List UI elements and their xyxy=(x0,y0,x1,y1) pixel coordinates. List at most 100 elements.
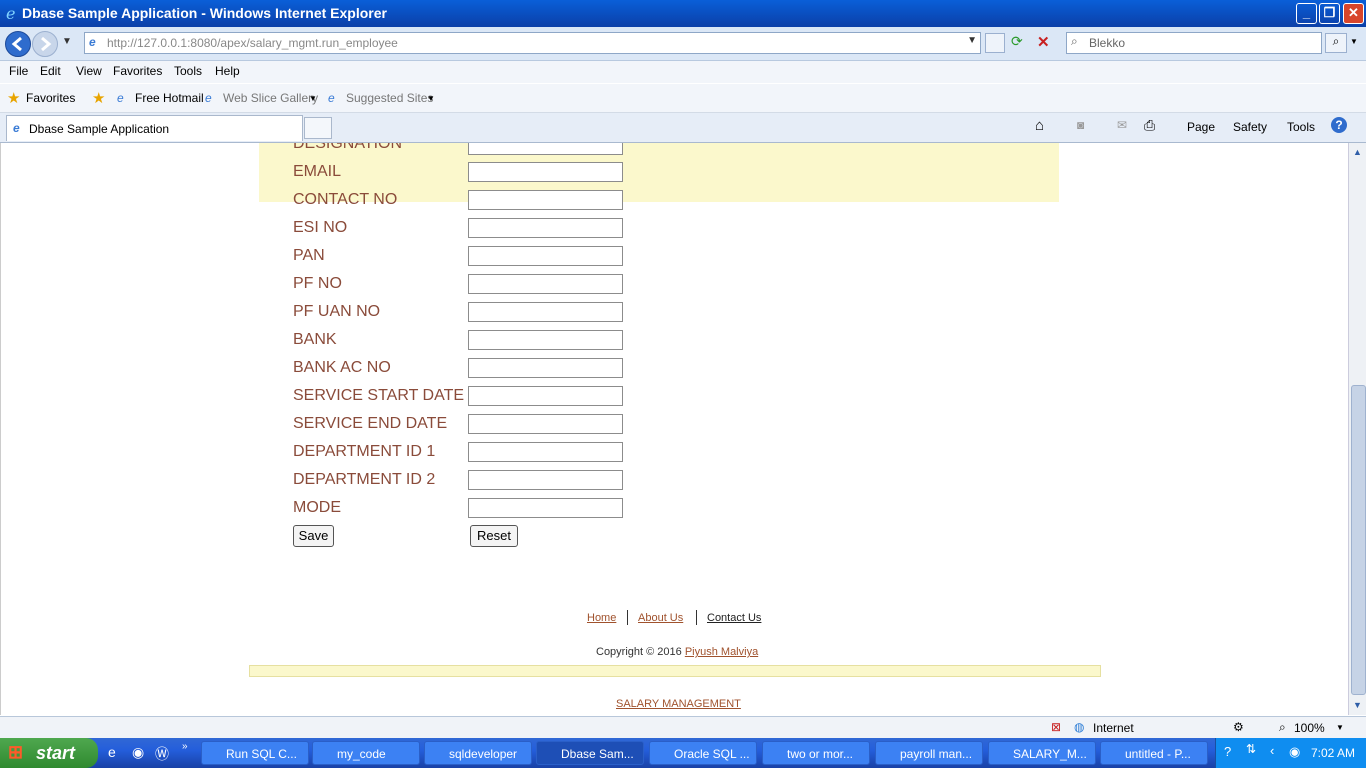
close-button[interactable]: ✕ xyxy=(1343,3,1364,24)
status-bar: ⊠ ◍ Internet ⚙ ⌕ 100% ▼ xyxy=(0,716,1366,739)
navigation-toolbar: ▼ e http://127.0.0.1:8080/apex/salary_mg… xyxy=(0,27,1366,61)
tab-dbase-sample[interactable]: e Dbase Sample Application xyxy=(6,115,303,141)
task-dbase-sample[interactable]: Dbase Sam... xyxy=(536,741,644,765)
page-menu[interactable]: Page xyxy=(1187,120,1215,134)
home-icon[interactable]: ⌂ xyxy=(1035,117,1044,134)
label-designation: DESIGNATION xyxy=(293,143,403,152)
tools-menu[interactable]: Tools xyxy=(1287,120,1315,134)
history-dropdown-icon[interactable]: ▼ xyxy=(62,36,72,47)
menu-file[interactable]: File xyxy=(9,64,28,78)
compatibility-view-icon[interactable] xyxy=(985,33,1005,53)
scroll-down-icon[interactable]: ▼ xyxy=(1353,700,1362,710)
quicklaunch-more-icon[interactable]: » xyxy=(182,741,188,752)
task-two-or-more[interactable]: two or mor... xyxy=(762,741,870,765)
task-my-code[interactable]: my_code xyxy=(312,741,420,765)
new-tab-button[interactable] xyxy=(304,117,332,139)
favorites-button[interactable]: Favorites xyxy=(26,91,75,105)
back-button[interactable] xyxy=(5,31,31,57)
quicklaunch-ie-icon[interactable]: e xyxy=(108,744,116,760)
bank-field[interactable] xyxy=(468,330,623,350)
favorite-link-hotmail[interactable]: Free Hotmail xyxy=(135,91,204,105)
task-run-sql[interactable]: Run SQL C... xyxy=(201,741,309,765)
vertical-scrollbar[interactable]: ▲ ▼ xyxy=(1348,143,1366,715)
service-end-date-field[interactable] xyxy=(468,414,623,434)
search-options-icon[interactable]: ▼ xyxy=(1350,37,1358,46)
pan-field[interactable] xyxy=(468,246,623,266)
add-to-favorites-icon[interactable]: ★ xyxy=(92,89,105,107)
favorite-link-web-slice[interactable]: Web Slice Gallery xyxy=(223,91,318,105)
quicklaunch-wordpress-icon[interactable]: Ⓦ xyxy=(155,744,169,764)
menu-favorites[interactable]: Favorites xyxy=(113,64,162,78)
search-box[interactable]: ⌕ Blekko xyxy=(1066,32,1322,54)
tray-chrome-icon[interactable]: ◉ xyxy=(1289,744,1300,760)
task-oracle-sql[interactable]: Oracle SQL ... xyxy=(649,741,757,765)
page-icon: e xyxy=(89,35,96,49)
menu-view[interactable]: View xyxy=(76,64,102,78)
forward-arrow-icon xyxy=(41,36,52,52)
slice-page-icon: e xyxy=(205,91,212,105)
footer-link-contact-us[interactable]: Contact Us xyxy=(707,612,761,624)
designation-field[interactable] xyxy=(468,143,623,155)
menu-tools[interactable]: Tools xyxy=(174,64,202,78)
task-salary-m[interactable]: SALARY_M... xyxy=(988,741,1096,765)
print-icon[interactable]: ⎙ xyxy=(1144,117,1155,134)
hotmail-page-icon: e xyxy=(117,91,124,105)
pf-uan-no-field[interactable] xyxy=(468,302,623,322)
tray-network-icon[interactable]: ⇅ xyxy=(1246,742,1256,756)
tray-arrow-icon[interactable]: ‹ xyxy=(1270,743,1274,758)
task-payroll[interactable]: payroll man... xyxy=(875,741,983,765)
label-pan: PAN xyxy=(293,247,325,264)
safety-menu[interactable]: Safety xyxy=(1233,120,1267,134)
address-dropdown-icon[interactable]: ▼ xyxy=(967,35,977,46)
footer-link-home[interactable]: Home xyxy=(587,612,616,624)
web-slice-dropdown-icon[interactable]: ▼ xyxy=(309,94,317,103)
task-label: Run SQL C... xyxy=(226,747,297,761)
minimize-button[interactable]: _ xyxy=(1296,3,1317,24)
reset-button[interactable]: Reset xyxy=(470,525,518,547)
task-label: two or mor... xyxy=(787,747,854,761)
search-button[interactable]: ⌕ xyxy=(1325,33,1347,53)
tray-help-icon[interactable]: ? xyxy=(1224,744,1231,759)
stop-icon[interactable]: ✕ xyxy=(1037,33,1055,51)
author-link[interactable]: Piyush Malviya xyxy=(685,646,758,658)
address-bar[interactable]: e http://127.0.0.1:8080/apex/salary_mgmt… xyxy=(84,32,981,54)
scrollbar-thumb[interactable] xyxy=(1351,385,1366,695)
zoom-level[interactable]: 100% xyxy=(1294,721,1325,735)
help-icon[interactable]: ? xyxy=(1331,117,1347,133)
service-start-date-field[interactable] xyxy=(468,386,623,406)
suggested-dropdown-icon[interactable]: ▼ xyxy=(427,94,435,103)
task-label: Oracle SQL ... xyxy=(674,747,750,761)
salary-management-link[interactable]: SALARY MANAGEMENT xyxy=(616,698,741,710)
scroll-up-icon[interactable]: ▲ xyxy=(1353,147,1362,157)
read-mail-icon[interactable]: ✉ xyxy=(1117,118,1127,132)
bank-ac-no-field[interactable] xyxy=(468,358,623,378)
refresh-icon[interactable]: ⟳ xyxy=(1011,33,1029,51)
department-id-1-field[interactable] xyxy=(468,442,623,462)
task-label: untitled - P... xyxy=(1125,747,1191,761)
popup-blocker-icon[interactable]: ⚙ xyxy=(1233,720,1244,734)
task-untitled-paint[interactable]: untitled - P... xyxy=(1100,741,1208,765)
restore-button[interactable]: ❐ xyxy=(1319,3,1340,24)
start-label: start xyxy=(36,743,76,763)
feeds-icon[interactable]: ◙ xyxy=(1077,118,1084,132)
forward-button[interactable] xyxy=(32,31,58,57)
quicklaunch-chrome-icon[interactable]: ◉ xyxy=(132,744,144,761)
start-button[interactable]: ⊞ start xyxy=(0,738,98,768)
task-sqldeveloper[interactable]: sqldeveloper xyxy=(424,741,532,765)
menu-edit[interactable]: Edit xyxy=(40,64,61,78)
favorite-link-suggested[interactable]: Suggested Sites xyxy=(346,91,433,105)
department-id-2-field[interactable] xyxy=(468,470,623,490)
zoom-dropdown-icon[interactable]: ▼ xyxy=(1336,723,1344,732)
mode-field[interactable] xyxy=(468,498,623,518)
footer-link-about-us[interactable]: About Us xyxy=(638,612,683,624)
pf-no-field[interactable] xyxy=(468,274,623,294)
esi-no-field[interactable] xyxy=(468,218,623,238)
save-button[interactable]: Save xyxy=(293,525,334,547)
menu-help[interactable]: Help xyxy=(215,64,240,78)
back-arrow-icon xyxy=(11,36,22,52)
email-field[interactable] xyxy=(468,162,623,182)
taskbar: ⊞ start e ◉ Ⓦ » Run SQL C... my_code sql… xyxy=(0,738,1366,768)
contact-no-field[interactable] xyxy=(468,190,623,210)
tab-title: Dbase Sample Application xyxy=(29,122,170,136)
favorites-star-icon: ★ xyxy=(7,90,21,107)
